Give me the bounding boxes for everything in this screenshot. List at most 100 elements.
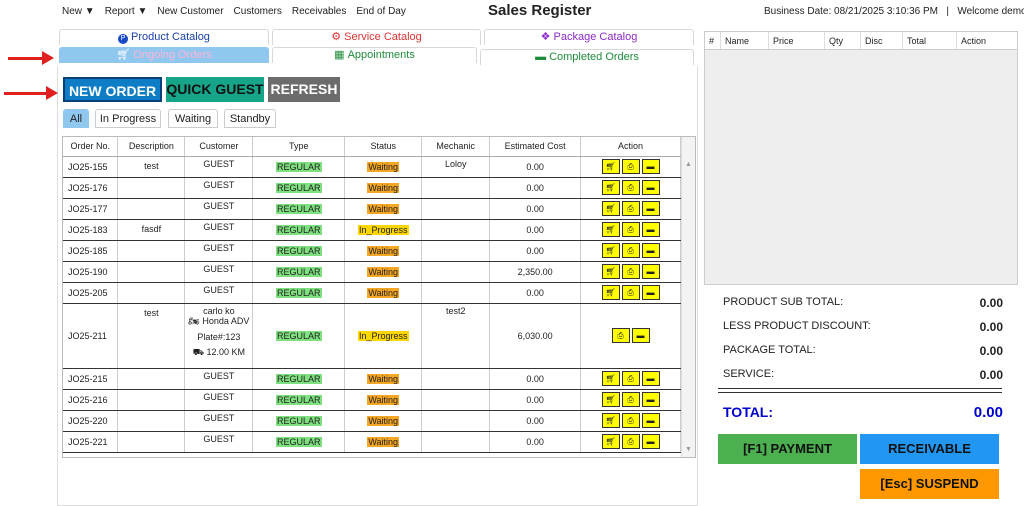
folder-icon[interactable]: ▬ xyxy=(641,264,660,279)
nav-end-of-day[interactable]: End of Day xyxy=(356,6,405,17)
tab-appointments[interactable]: ▦ Appointments xyxy=(272,47,477,63)
nav-customers[interactable]: Customers xyxy=(234,6,282,17)
print-icon[interactable]: ⎙ xyxy=(621,159,640,174)
print-icon[interactable]: ⎙ xyxy=(621,434,640,449)
product-sub-total-value: 0.00 xyxy=(979,296,1003,310)
welcome-user-menu[interactable]: Welcome demo ▼ xyxy=(957,6,1024,17)
tab-service-catalog[interactable]: ⚙ Service Catalog xyxy=(272,29,481,45)
folder-icon[interactable]: ▬ xyxy=(641,285,660,300)
order-number: JO25-211 xyxy=(63,303,119,369)
type-badge: REGULAR xyxy=(276,245,322,256)
table-row[interactable]: JO25-215 GUEST REGULAR Waiting 0.00 🛒︎ ⎙ ▬ xyxy=(63,368,681,390)
nav-receivables[interactable]: Receivables xyxy=(292,6,346,17)
tab-product-catalog[interactable]: P Product Catalog xyxy=(59,29,269,45)
print-icon[interactable]: ⎙ xyxy=(621,222,640,237)
refresh-button[interactable]: REFRESH xyxy=(268,77,340,102)
table-row[interactable]: JO25-155 test GUEST REGULAR Waiting Loloy 0.00… xyxy=(63,156,681,178)
total-row: TOTAL: 0.00 xyxy=(723,404,1003,421)
folder-icon[interactable]: ▬ xyxy=(631,328,650,343)
cart-icon[interactable]: 🛒︎ xyxy=(601,264,620,279)
order-estimated-cost: 6,030.00 xyxy=(489,303,582,369)
nav-new-customer[interactable]: New Customer xyxy=(157,6,223,17)
suspend-button[interactable]: [Esc] SUSPEND xyxy=(860,469,999,499)
cart-icon[interactable]: 🛒︎ xyxy=(601,392,620,407)
print-icon[interactable]: ⎙ xyxy=(621,264,640,279)
tab-completed-orders[interactable]: ▬ Completed Orders xyxy=(480,49,694,65)
tab-label: Completed Orders xyxy=(549,51,639,63)
table-row[interactable]: JO25-221 GUEST REGULAR Waiting 0.00 🛒︎ ⎙ ▬ xyxy=(63,431,681,453)
cart-icon[interactable]: 🛒︎ xyxy=(601,201,620,216)
order-status: Waiting xyxy=(344,177,423,199)
order-type: REGULAR xyxy=(252,282,346,304)
tab-label: Ongoing Orders xyxy=(133,49,212,61)
table-row[interactable]: JO25-220 GUEST REGULAR Waiting 0.00 🛒︎ ⎙ ▬ xyxy=(63,410,681,432)
folder-icon[interactable]: ▬ xyxy=(641,371,660,386)
folder-icon[interactable]: ▬ xyxy=(641,413,660,428)
table-row[interactable]: JO25-176 GUEST REGULAR Waiting 0.00 🛒︎ ⎙ ▬ xyxy=(63,177,681,199)
table-row[interactable]: JO25-211 test carlo ko 🏍︎ Honda ADV Plate#:1… xyxy=(63,303,681,369)
folder-icon[interactable]: ▬ xyxy=(641,222,660,237)
filter-waiting[interactable]: Waiting xyxy=(168,109,218,128)
print-icon[interactable]: ⎙ xyxy=(621,285,640,300)
table-scrollbar[interactable]: ▲ ▼ xyxy=(681,137,695,457)
filter-standby[interactable]: Standby xyxy=(224,109,276,128)
nav-report-menu[interactable]: Report ▼ xyxy=(105,6,148,17)
cart-icon[interactable]: 🛒︎ xyxy=(601,222,620,237)
table-row[interactable]: JO25-183 fasdf GUEST REGULAR In_Progress 0.00… xyxy=(63,219,681,241)
archive-icon: ▬ xyxy=(535,51,547,63)
order-estimated-cost: 0.00 xyxy=(489,198,582,220)
print-icon[interactable]: ⎙ xyxy=(621,201,640,216)
order-description xyxy=(117,282,186,304)
print-icon[interactable]: ⎙ xyxy=(621,180,640,195)
order-number: JO25-205 xyxy=(63,282,119,304)
customer-name: GUEST xyxy=(203,200,235,211)
nav-new-menu[interactable]: New ▼ xyxy=(62,6,95,17)
print-icon[interactable]: ⎙ xyxy=(621,371,640,386)
folder-icon[interactable]: ▬ xyxy=(641,392,660,407)
receivable-button[interactable]: RECEIVABLE xyxy=(860,434,999,464)
order-actions: ⎙ ▬ xyxy=(580,303,681,369)
table-row[interactable]: JO25-216 GUEST REGULAR Waiting 0.00 🛒︎ ⎙ ▬ xyxy=(63,389,681,411)
table-row[interactable]: JO25-177 GUEST REGULAR Waiting 0.00 🛒︎ ⎙ ▬ xyxy=(63,198,681,220)
scroll-down-icon[interactable]: ▼ xyxy=(685,446,692,453)
status-badge: Waiting xyxy=(367,373,400,384)
table-row[interactable]: JO25-190 GUEST REGULAR Waiting 2,350.00 🛒︎ ⎙ ▬ xyxy=(63,261,681,283)
filter-in-progress[interactable]: In Progress xyxy=(95,109,161,128)
print-icon[interactable]: ⎙ xyxy=(611,328,630,343)
top-nav: New ▼ Report ▼ New Customer Customers Re… xyxy=(62,6,406,17)
cart-icon[interactable]: 🛒︎ xyxy=(601,243,620,258)
print-icon[interactable]: ⎙ xyxy=(621,392,640,407)
vehicle-name: Honda ADV xyxy=(202,315,250,326)
print-icon[interactable]: ⎙ xyxy=(621,243,640,258)
header-action: Action xyxy=(580,137,681,157)
filter-all[interactable]: All xyxy=(63,109,89,128)
cart-icon[interactable]: 🛒︎ xyxy=(601,434,620,449)
order-description xyxy=(117,261,186,283)
cart-icon[interactable]: 🛒︎ xyxy=(601,285,620,300)
tab-ongoing-orders[interactable]: 🛒︎ Ongoing Orders xyxy=(59,47,269,63)
order-number: JO25-183 xyxy=(63,219,119,241)
service-row: SERVICE: 0.00 xyxy=(723,368,1003,382)
table-row[interactable]: JO25-185 GUEST REGULAR Waiting 0.00 🛒︎ ⎙ ▬ xyxy=(63,240,681,262)
payment-button[interactable]: [F1] PAYMENT xyxy=(718,434,857,464)
quick-guest-button[interactable]: QUICK GUEST xyxy=(166,77,264,102)
orders-body: JO25-155 test GUEST REGULAR Waiting Loloy 0.00… xyxy=(63,156,681,453)
tab-package-catalog[interactable]: ❖ Package Catalog xyxy=(484,29,694,45)
order-number: JO25-155 xyxy=(63,156,119,178)
road-icon: ⛟ xyxy=(192,346,205,357)
folder-icon[interactable]: ▬ xyxy=(641,243,660,258)
folder-icon[interactable]: ▬ xyxy=(641,180,660,195)
table-row[interactable]: JO25-205 GUEST REGULAR Waiting 0.00 🛒︎ ⎙ ▬ xyxy=(63,282,681,304)
print-icon[interactable]: ⎙ xyxy=(621,413,640,428)
folder-icon[interactable]: ▬ xyxy=(641,201,660,216)
cart-icon[interactable]: 🛒︎ xyxy=(601,180,620,195)
folder-icon[interactable]: ▬ xyxy=(641,434,660,449)
order-description xyxy=(117,177,186,199)
folder-icon[interactable]: ▬ xyxy=(641,159,660,174)
cart-icon[interactable]: 🛒︎ xyxy=(601,413,620,428)
less-discount-value: 0.00 xyxy=(979,320,1003,334)
cart-icon[interactable]: 🛒︎ xyxy=(601,159,620,174)
cart-icon[interactable]: 🛒︎ xyxy=(601,371,620,386)
new-order-button[interactable]: NEW ORDER xyxy=(63,77,162,102)
scroll-up-icon[interactable]: ▲ xyxy=(685,161,692,168)
